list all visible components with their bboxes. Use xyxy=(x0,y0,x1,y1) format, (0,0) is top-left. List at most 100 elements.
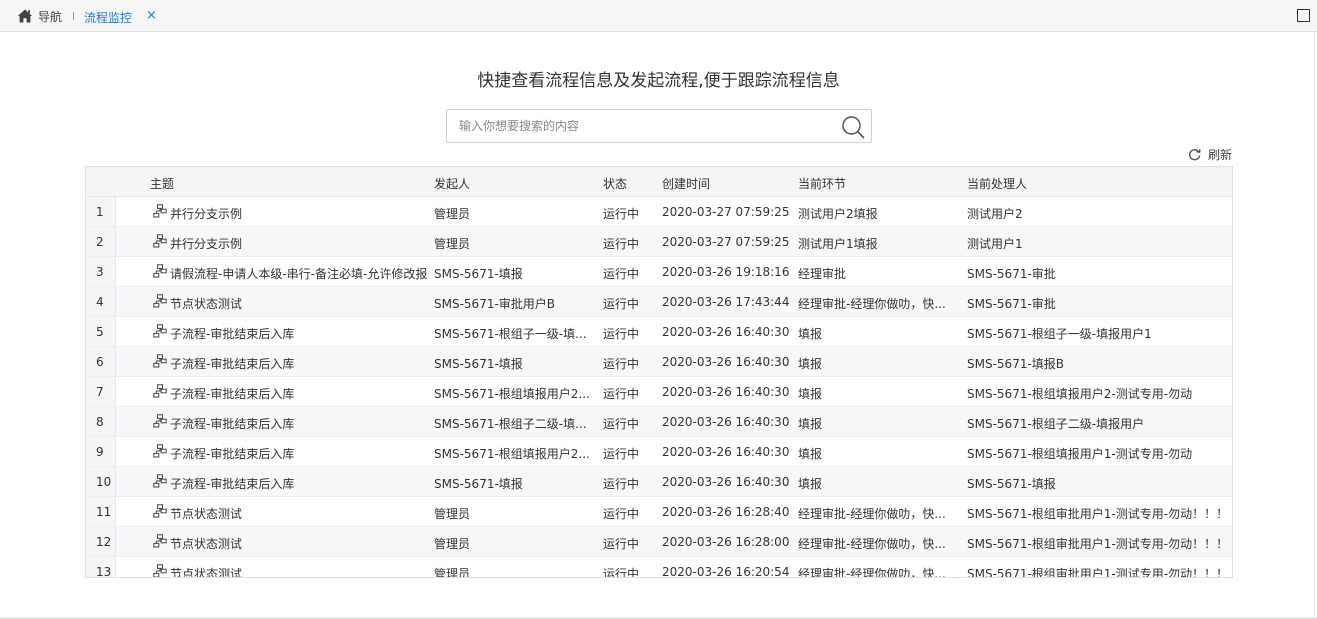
refresh-button[interactable]: 刷新 xyxy=(1188,146,1232,163)
cell-node: 经理审批 xyxy=(798,267,847,281)
cell-handler: 测试用户2 xyxy=(967,207,1023,221)
row-number: 1 xyxy=(96,205,104,219)
cell-subject[interactable]: 子流程-审批结束后入库 xyxy=(170,445,428,462)
row-number: 5 xyxy=(96,325,104,339)
search-icon[interactable] xyxy=(841,115,865,139)
table-row[interactable]: 4 节点状态测试 SMS-5671-审批用户B 运行中 2020-03-26 17:43… xyxy=(86,287,1232,317)
table-row[interactable]: 7 子流程-审批结束后入库 SMS-5671-根组填报用户2... 运行中 2020-0… xyxy=(86,377,1232,407)
nav-home-link[interactable]: 导航 xyxy=(17,8,62,24)
nav-divider xyxy=(73,12,74,20)
cell-subject[interactable]: 子流程-审批结束后入库 xyxy=(170,385,428,402)
close-tab-icon[interactable]: × xyxy=(146,8,157,23)
column-header-initiator[interactable]: 发起人 xyxy=(434,175,470,192)
cell-handler: SMS-5671-根组填报用户2-测试专用-勿动 xyxy=(967,387,1193,401)
maximize-icon[interactable] xyxy=(1297,9,1310,22)
table-row[interactable]: 2 并行分支示例 管理员 运行中 2020-03-27 07:59:25 测试用户1填报 测… xyxy=(86,227,1232,257)
cell-created: 2020-03-26 16:40:30 xyxy=(662,355,790,369)
flow-process-icon xyxy=(153,264,167,278)
search-input[interactable] xyxy=(447,110,837,142)
cell-created: 2020-03-26 16:40:30 xyxy=(662,385,790,399)
cell-initiator: SMS-5671-根组填报用户2... xyxy=(434,447,590,461)
table-row[interactable]: 9 子流程-审批结束后入库 SMS-5671-根组填报用户2... 运行中 2020-0… xyxy=(86,437,1232,467)
cell-status: 运行中 xyxy=(603,237,640,251)
table-row[interactable]: 5 子流程-审批结束后入库 SMS-5671-根组子一级-填... 运行中 2020-0… xyxy=(86,317,1232,347)
row-number: 7 xyxy=(96,385,104,399)
cell-subject[interactable]: 请假流程-申请人本级-串行-备注必填-允许修改报 xyxy=(170,265,428,282)
cell-status: 运行中 xyxy=(603,387,640,401)
table-row[interactable]: 12 节点状态测试 管理员 运行中 2020-03-26 16:28:00 经理审批-经理… xyxy=(86,527,1232,557)
flow-process-icon xyxy=(153,204,167,218)
cell-handler: SMS-5671-填报 xyxy=(967,477,1056,491)
cell-node: 经理审批-经理你做叻，快... xyxy=(798,567,946,578)
cell-initiator: SMS-5671-填报 xyxy=(434,357,523,371)
cell-node: 经理审批-经理你做叻，快... xyxy=(798,507,946,521)
cell-node: 填报 xyxy=(798,327,823,341)
cell-handler: SMS-5671-根组填报用户1-测试专用-勿动 xyxy=(967,447,1193,461)
cell-initiator: 管理员 xyxy=(434,567,471,578)
cell-initiator: SMS-5671-填报 xyxy=(434,267,523,281)
cell-node: 填报 xyxy=(798,387,823,401)
flow-process-icon xyxy=(153,234,167,248)
cell-initiator: 管理员 xyxy=(434,537,471,551)
row-number: 13 xyxy=(96,565,112,578)
row-number: 11 xyxy=(96,505,112,519)
table-row[interactable]: 11 节点状态测试 管理员 运行中 2020-03-26 16:28:40 经理审批-经理… xyxy=(86,497,1232,527)
column-header-status[interactable]: 状态 xyxy=(603,175,627,192)
cell-subject[interactable]: 节点状态测试 xyxy=(170,505,428,522)
column-header-subject[interactable]: 主题 xyxy=(150,175,174,192)
cell-status: 运行中 xyxy=(603,357,640,371)
row-number: 10 xyxy=(96,475,112,489)
row-number: 12 xyxy=(96,535,112,549)
cell-subject[interactable]: 并行分支示例 xyxy=(170,205,428,222)
cell-handler: SMS-5671-根组子二级-填报用户 xyxy=(967,417,1145,431)
cell-node: 经理审批-经理你做叻，快... xyxy=(798,537,946,551)
column-header-created[interactable]: 创建时间 xyxy=(662,175,710,192)
flow-process-icon xyxy=(153,384,167,398)
table-row[interactable]: 1 并行分支示例 管理员 运行中 2020-03-27 07:59:25 测试用户2填报 测… xyxy=(86,197,1232,227)
cell-handler: SMS-5671-根组审批用户1-测试专用-勿动！！！ xyxy=(967,567,1229,578)
top-nav-bar: 导航 流程监控 × xyxy=(0,0,1317,32)
column-header-node[interactable]: 当前环节 xyxy=(798,175,846,192)
cell-subject[interactable]: 子流程-审批结束后入库 xyxy=(170,415,428,432)
table-row[interactable]: 3 请假流程-申请人本级-串行-备注必填-允许修改报 SMS-5671-填报 运行中 2… xyxy=(86,257,1232,287)
cell-status: 运行中 xyxy=(603,297,640,311)
cell-subject[interactable]: 子流程-审批结束后入库 xyxy=(170,325,428,342)
table-row[interactable]: 8 子流程-审批结束后入库 SMS-5671-根组子二级-填... 运行中 2020-0… xyxy=(86,407,1232,437)
cell-created: 2020-03-26 16:28:00 xyxy=(662,535,790,549)
cell-handler: SMS-5671-填报B xyxy=(967,357,1065,371)
flow-process-icon xyxy=(153,504,167,518)
cell-created: 2020-03-27 07:59:25 xyxy=(662,205,790,219)
cell-subject[interactable]: 节点状态测试 xyxy=(170,535,428,552)
cell-status: 运行中 xyxy=(603,477,640,491)
cell-subject[interactable]: 子流程-审批结束后入库 xyxy=(170,355,428,372)
page-title: 快捷查看流程信息及发起流程,便于跟踪流程信息 xyxy=(477,71,840,91)
cell-subject[interactable]: 节点状态测试 xyxy=(170,565,428,577)
cell-node: 填报 xyxy=(798,357,823,371)
column-header-handler[interactable]: 当前处理人 xyxy=(967,175,1027,192)
tab-process-monitor[interactable]: 流程监控 xyxy=(84,9,132,26)
row-number: 6 xyxy=(96,355,104,369)
cell-created: 2020-03-26 16:40:30 xyxy=(662,445,790,459)
cell-subject[interactable]: 子流程-审批结束后入库 xyxy=(170,475,428,492)
cell-created: 2020-03-26 16:40:30 xyxy=(662,475,790,489)
cell-initiator: SMS-5671-填报 xyxy=(434,477,523,491)
table-header: 主题 发起人 状态 创建时间 当前环节 当前处理人 xyxy=(86,167,1232,197)
table-row[interactable]: 10 子流程-审批结束后入库 SMS-5671-填报 运行中 2020-03-26 16… xyxy=(86,467,1232,497)
cell-initiator: SMS-5671-根组子一级-填... xyxy=(434,327,587,341)
table-row[interactable]: 6 子流程-审批结束后入库 SMS-5671-填报 运行中 2020-03-26 16:… xyxy=(86,347,1232,377)
refresh-icon xyxy=(1189,149,1201,161)
row-number: 2 xyxy=(96,235,104,249)
cell-created: 2020-03-27 07:59:25 xyxy=(662,235,790,249)
cell-subject[interactable]: 并行分支示例 xyxy=(170,235,428,252)
table-row[interactable]: 13 节点状态测试 管理员 运行中 2020-03-26 16:20:54 经理审批-经理… xyxy=(86,557,1232,578)
cell-node: 测试用户2填报 xyxy=(798,207,878,221)
cell-subject[interactable]: 节点状态测试 xyxy=(170,295,428,312)
flow-process-icon xyxy=(153,294,167,308)
cell-status: 运行中 xyxy=(603,327,640,341)
cell-status: 运行中 xyxy=(603,537,640,551)
flow-process-icon xyxy=(153,534,167,548)
cell-created: 2020-03-26 16:28:40 xyxy=(662,505,790,519)
cell-node: 填报 xyxy=(798,477,823,491)
cell-created: 2020-03-26 16:20:54 xyxy=(662,565,790,578)
cell-created: 2020-03-26 19:18:16 xyxy=(662,265,790,279)
